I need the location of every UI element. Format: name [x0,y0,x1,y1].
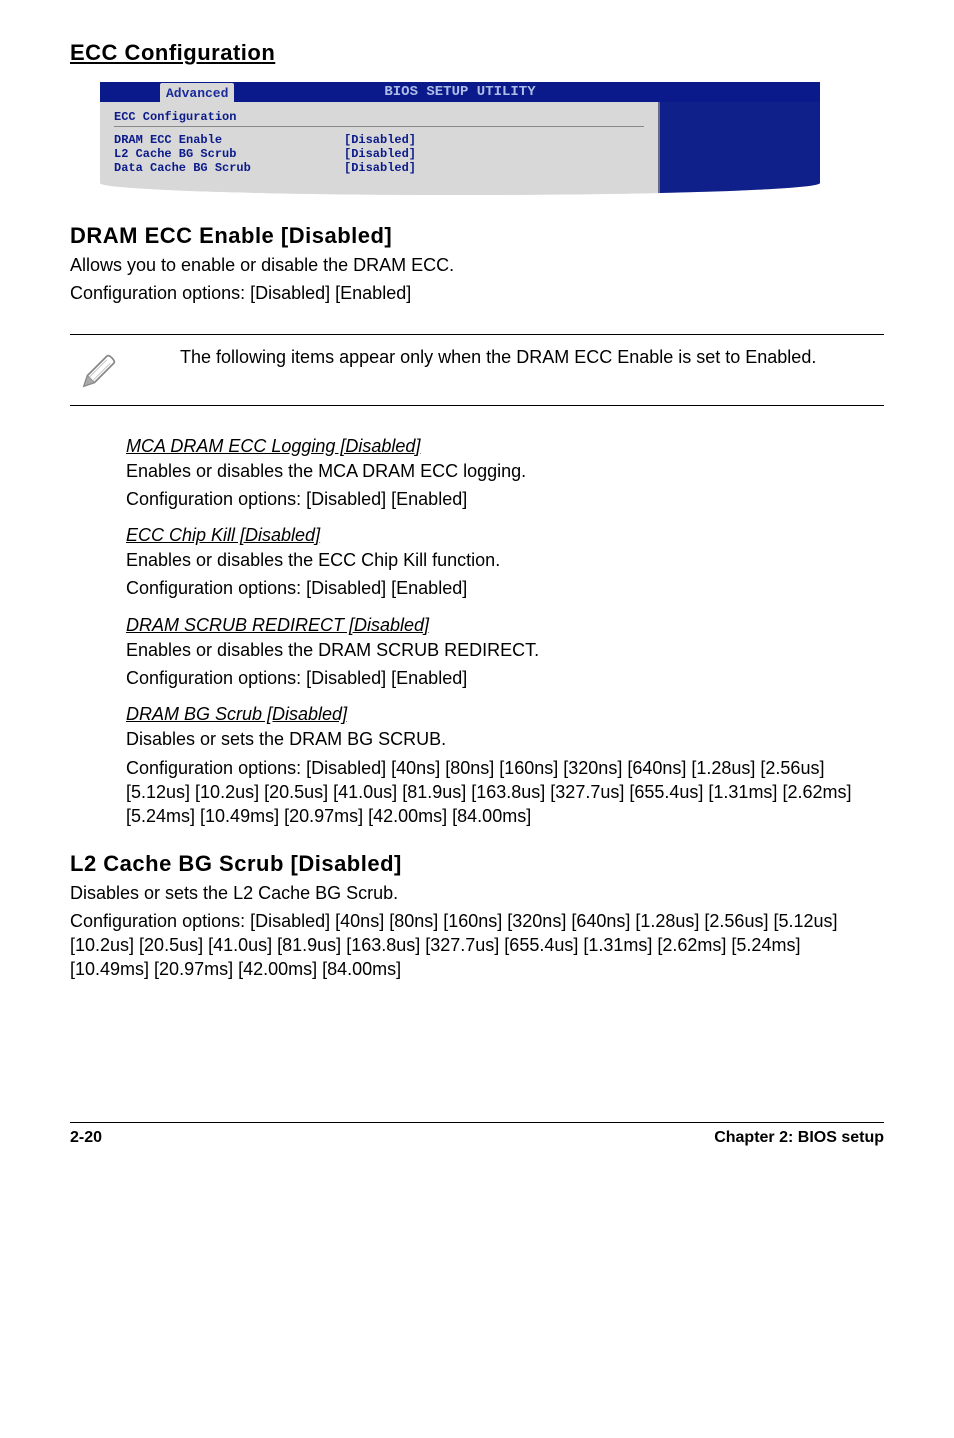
item-options: Configuration options: [Disabled] [Enabl… [126,666,884,690]
bios-divider [114,126,644,127]
sub-item-mca: MCA DRAM ECC Logging [Disabled] Enables … [126,436,884,512]
bios-tab-advanced: Advanced [160,83,234,104]
heading-ecc-configuration: ECC Configuration [70,40,884,66]
item-title: DRAM BG Scrub [Disabled] [126,704,884,725]
bios-row: Data Cache BG Scrub [Disabled] [114,161,644,175]
bios-title-text: BIOS SETUP UTILITY [384,84,535,100]
bios-row-value: [Disabled] [344,161,416,175]
note-block: The following items appear only when the… [70,334,884,406]
bios-titlebar: BIOS SETUP UTILITY Advanced [100,82,820,102]
chapter-label: Chapter 2: BIOS setup [714,1129,884,1147]
item-title: ECC Chip Kill [Disabled] [126,525,884,546]
bios-row-value: [Disabled] [344,133,416,147]
item-desc: Enables or disables the ECC Chip Kill fu… [126,548,884,572]
bios-row-value: [Disabled] [344,147,416,161]
bios-window: BIOS SETUP UTILITY Advanced ECC Configur… [100,82,820,195]
note-text: The following items appear only when the… [180,345,816,369]
bios-row-label: Data Cache BG Scrub [114,161,344,175]
item-desc: Enables or disables the DRAM SCRUB REDIR… [126,638,884,662]
bios-row: DRAM ECC Enable [Disabled] [114,133,644,147]
item-desc: Disables or sets the DRAM BG SCRUB. [126,727,884,751]
item-options: Configuration options: [Disabled] [40ns]… [126,756,884,829]
heading-dram-ecc-enable: DRAM ECC Enable [Disabled] [70,223,884,249]
pencil-icon [70,345,126,393]
dram-ecc-options: Configuration options: [Disabled] [Enabl… [70,281,884,305]
item-options: Configuration options: [Disabled] [Enabl… [126,576,884,600]
bios-row-label: L2 Cache BG Scrub [114,147,344,161]
item-desc: Enables or disables the MCA DRAM ECC log… [126,459,884,483]
page-number: 2-20 [70,1129,102,1147]
bios-left-panel: ECC Configuration DRAM ECC Enable [Disab… [100,102,658,195]
dram-ecc-description: Allows you to enable or disable the DRAM… [70,253,884,277]
bios-right-panel [658,102,820,195]
heading-l2-cache-scrub: L2 Cache BG Scrub [Disabled] [70,851,884,877]
bios-row-label: DRAM ECC Enable [114,133,344,147]
item-title: MCA DRAM ECC Logging [Disabled] [126,436,884,457]
sub-item-bgscrub: DRAM BG Scrub [Disabled] Disables or set… [126,704,884,828]
item-options: Configuration options: [Disabled] [Enabl… [126,487,884,511]
page-footer: 2-20 Chapter 2: BIOS setup [70,1122,884,1147]
l2-desc: Disables or sets the L2 Cache BG Scrub. [70,881,884,905]
sub-item-chipkill: ECC Chip Kill [Disabled] Enables or disa… [126,525,884,601]
sub-item-redirect: DRAM SCRUB REDIRECT [Disabled] Enables o… [126,615,884,691]
l2-options: Configuration options: [Disabled] [40ns]… [70,909,884,982]
bios-section-title: ECC Configuration [114,110,644,124]
item-title: DRAM SCRUB REDIRECT [Disabled] [126,615,884,636]
bios-row: L2 Cache BG Scrub [Disabled] [114,147,644,161]
